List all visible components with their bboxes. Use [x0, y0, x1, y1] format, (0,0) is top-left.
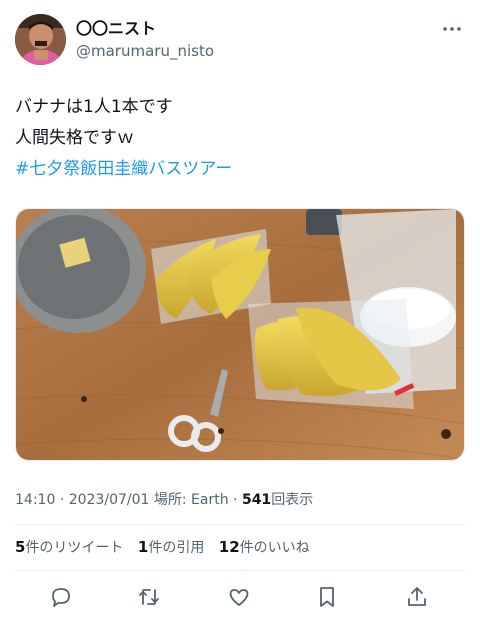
bookmark-icon[interactable]: [313, 583, 341, 611]
tweet-date[interactable]: 2023/07/01: [69, 492, 150, 508]
retweet-icon[interactable]: [135, 583, 163, 611]
tweet-text: バナナは1人1本です 人間失格ですｗ #七夕祭飯田圭織バスツアー: [15, 92, 465, 185]
tweet-header: 〇〇ニスト @marumaru_nisto: [15, 14, 465, 66]
tweet-location[interactable]: Earth: [191, 492, 229, 508]
reply-icon[interactable]: [47, 583, 75, 611]
action-bar: [15, 583, 465, 611]
retweets-stat[interactable]: 5件のリツイート: [15, 538, 124, 556]
meta-separator: ·: [228, 492, 242, 508]
views-label: 回表示: [271, 492, 314, 508]
display-name[interactable]: 〇〇ニスト: [76, 18, 214, 40]
divider: [15, 570, 465, 571]
tweet-line: バナナは1人1本です: [15, 97, 173, 117]
engagement-stats: 5件のリツイート 1件の引用 12件のいいね: [15, 537, 320, 557]
hashtag-link[interactable]: #七夕祭飯田圭織バスツアー: [15, 154, 465, 185]
likes-stat[interactable]: 12件のいいね: [218, 538, 310, 556]
quotes-stat[interactable]: 1件の引用: [137, 538, 205, 556]
more-horizontal-icon[interactable]: [439, 18, 465, 40]
views-count: 541: [241, 492, 272, 508]
retweets-count: 5: [15, 538, 26, 556]
share-icon[interactable]: [403, 583, 431, 611]
quotes-label: 件の引用: [148, 540, 205, 556]
meta-separator: ·: [55, 492, 69, 508]
tweet-photo[interactable]: [15, 208, 465, 461]
tweet-time[interactable]: 14:10: [15, 492, 55, 508]
likes-count: 12: [218, 538, 240, 556]
user-info: 〇〇ニスト @marumaru_nisto: [76, 18, 214, 62]
avatar[interactable]: [15, 14, 66, 65]
tweet-line: 人間失格ですｗ: [15, 128, 134, 148]
likes-label: 件のいいね: [239, 540, 310, 556]
retweets-label: 件のリツイート: [25, 540, 124, 556]
quotes-count: 1: [137, 538, 149, 556]
tweet-meta: 14:10 · 2023/07/01 場所: Earth · 541回表示: [15, 489, 313, 509]
location-prefix: 場所:: [149, 492, 192, 508]
user-handle[interactable]: @marumaru_nisto: [76, 40, 214, 62]
divider: [15, 524, 465, 525]
heart-icon[interactable]: [225, 583, 253, 611]
